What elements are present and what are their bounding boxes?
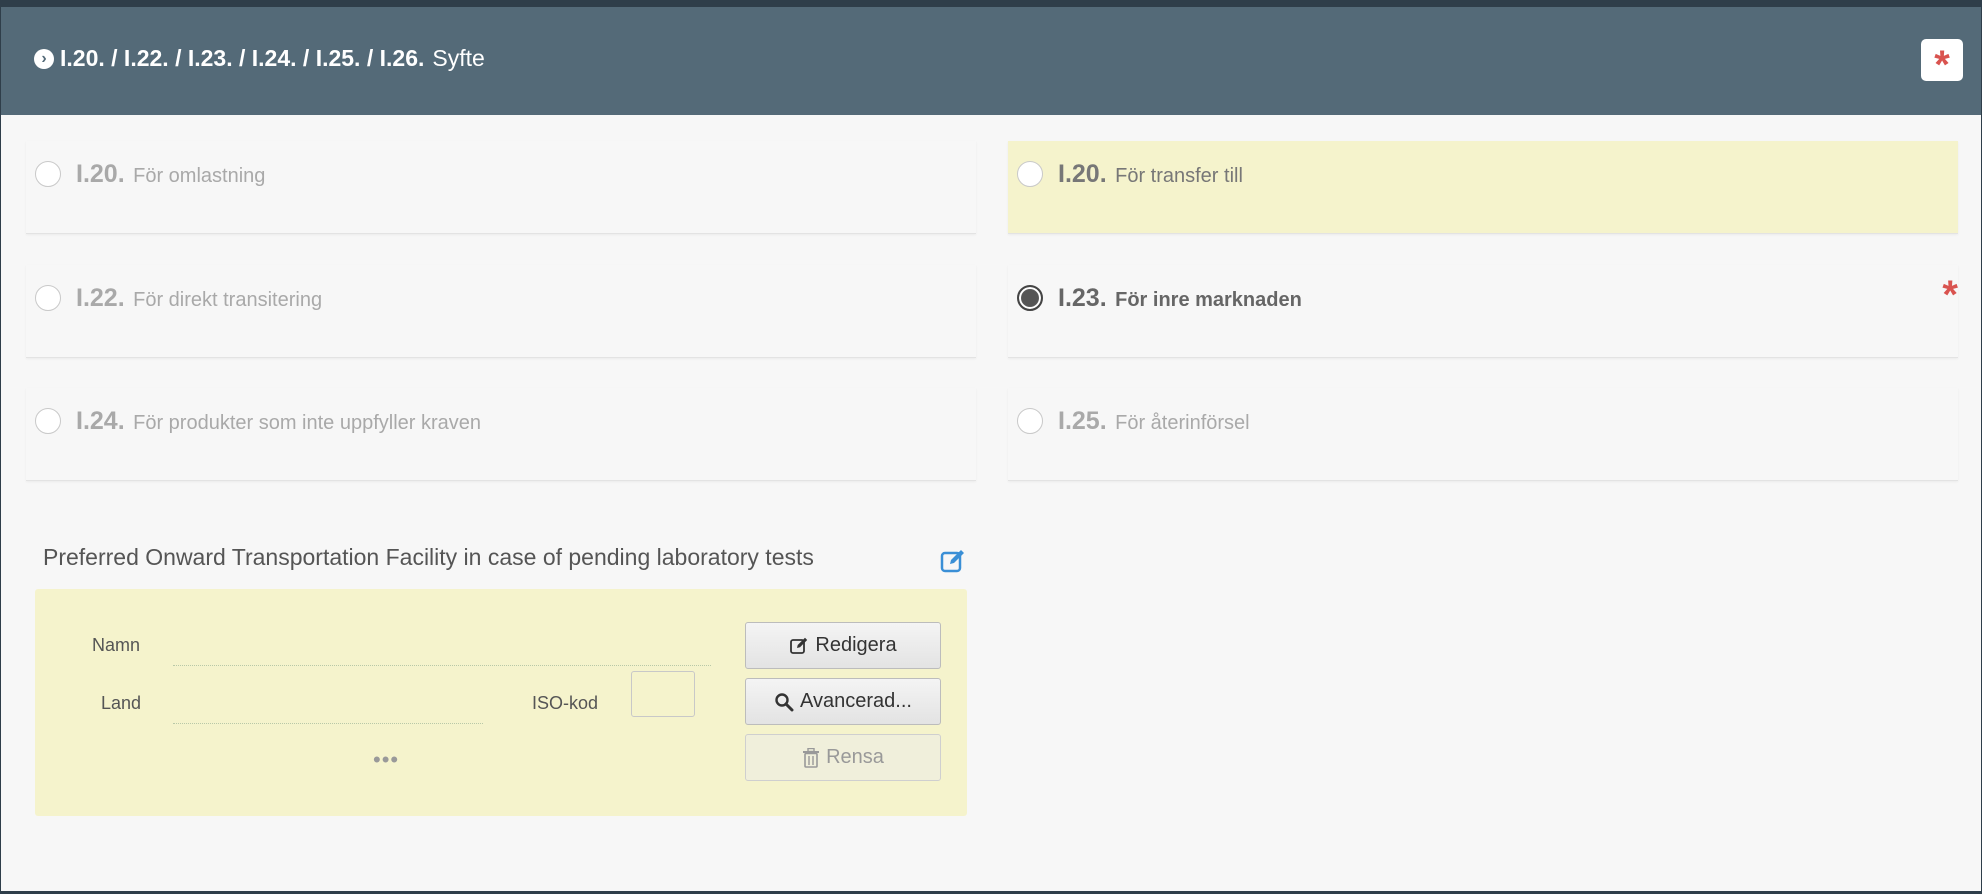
option-text: För direkt transitering xyxy=(133,289,323,311)
country-field[interactable] xyxy=(173,723,483,724)
purpose-panel: › I.20. / I.22. / I.23. / I.24. / I.25. … xyxy=(0,7,1982,891)
header-title-text: Syfte xyxy=(432,45,485,71)
advanced-search-button[interactable]: Avancerad... xyxy=(745,678,941,725)
name-label: Namn xyxy=(92,635,141,655)
facility-title: Preferred Onward Transportation Facility… xyxy=(43,544,814,570)
country-label: Land xyxy=(101,693,142,713)
name-field[interactable] xyxy=(173,665,711,666)
advanced-button-label: Avancerad... xyxy=(800,690,912,712)
edit-button[interactable]: Redigera xyxy=(745,622,941,669)
edit-icon[interactable] xyxy=(939,547,967,575)
header-codes: I.20. / I.22. / I.23. / I.24. / I.25. / … xyxy=(60,45,425,71)
option-code: I.20. xyxy=(76,160,125,188)
facility-box: Namn Land ISO-kod ••• Redigera Avancerad… xyxy=(35,589,967,816)
option-code: I.20. xyxy=(1058,160,1107,188)
panel-header[interactable]: › I.20. / I.22. / I.23. / I.24. / I.25. … xyxy=(1,7,1981,115)
required-asterisk-icon: * xyxy=(1921,39,1963,87)
option-text: För återinförsel xyxy=(1115,412,1250,434)
option-code: I.23. xyxy=(1058,284,1107,312)
option-code: I.22. xyxy=(76,284,125,312)
clear-button[interactable]: Rensa xyxy=(745,734,941,781)
option-code: I.25. xyxy=(1058,407,1107,435)
option-label: I.20. För omlastning xyxy=(76,160,265,189)
option-label: I.24. För produkter som inte uppfyller k… xyxy=(76,407,481,436)
option-label: I.22. För direkt transitering xyxy=(76,284,322,313)
edit-button-label: Redigera xyxy=(815,634,897,656)
iso-code-field[interactable] xyxy=(631,671,695,717)
option-label: I.20. För transfer till xyxy=(1058,160,1243,189)
iso-label: ISO-kod xyxy=(532,693,599,713)
option-i22-transitering[interactable]: I.22. För direkt transitering xyxy=(26,265,976,358)
option-i23-inre-marknaden[interactable]: I.23. För inre marknaden * xyxy=(1008,265,1958,358)
option-code: I.24. xyxy=(76,407,125,435)
radio-button-checked[interactable] xyxy=(1017,285,1043,311)
option-text: För inre marknaden xyxy=(1115,289,1302,311)
radio-button[interactable] xyxy=(1017,408,1043,434)
option-text: För transfer till xyxy=(1115,165,1243,187)
radio-button[interactable] xyxy=(35,285,61,311)
panel-title: › I.20. / I.22. / I.23. / I.24. / I.25. … xyxy=(34,45,485,72)
option-text: För produkter som inte uppfyller kraven xyxy=(133,412,482,434)
option-text: För omlastning xyxy=(133,165,266,187)
radio-button[interactable] xyxy=(1017,161,1043,187)
chevron-circle-right-icon: › xyxy=(34,48,54,69)
option-label: I.23. För inre marknaden xyxy=(1058,284,1302,313)
trash-icon xyxy=(803,747,820,768)
radio-button[interactable] xyxy=(35,161,61,187)
option-i25-aterinforsel[interactable]: I.25. För återinförsel xyxy=(1008,388,1958,481)
option-i20-omlastning[interactable]: I.20. För omlastning xyxy=(26,141,976,234)
option-i20-transfer[interactable]: I.20. För transfer till xyxy=(1008,141,1958,234)
search-icon xyxy=(775,692,794,711)
radio-button[interactable] xyxy=(35,408,61,434)
more-icon[interactable]: ••• xyxy=(373,747,399,773)
pencil-square-icon xyxy=(790,637,808,654)
required-asterisk-icon: * xyxy=(1942,273,1958,317)
clear-button-label: Rensa xyxy=(826,746,884,768)
option-i24-ej-krav[interactable]: I.24. För produkter som inte uppfyller k… xyxy=(26,388,976,481)
option-label: I.25. För återinförsel xyxy=(1058,407,1250,436)
